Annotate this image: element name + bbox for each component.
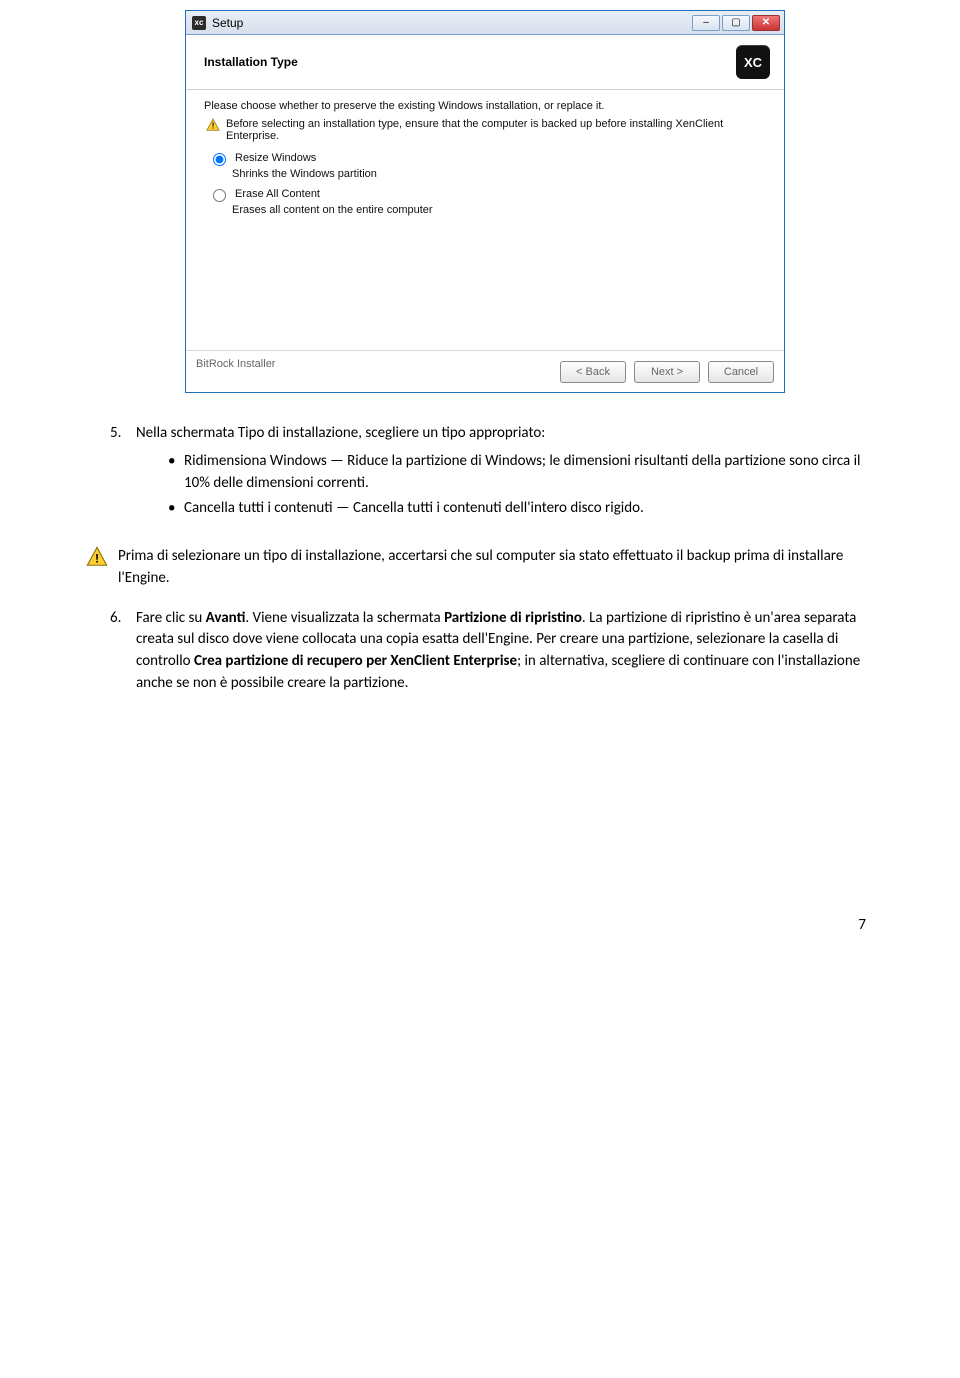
header-title: Installation Type [204, 55, 298, 69]
app-icon: xc [192, 16, 206, 30]
svg-text:!: ! [212, 122, 215, 131]
back-button[interactable]: < Back [560, 361, 626, 383]
radio-erase[interactable] [213, 189, 226, 202]
item-number: 5. [110, 423, 136, 532]
page-number: 7 [90, 915, 870, 937]
bullet-erase: Cancella tutti i contenuti — Cancella tu… [162, 498, 870, 520]
option-erase-label: Erase All Content [235, 188, 320, 200]
bullet-resize: Ridimensiona Windows — Riduce la partizi… [162, 451, 870, 495]
option-resize-label: Resize Windows [235, 152, 316, 164]
inline-warning: ! Before selecting an installation type,… [206, 118, 766, 142]
option-erase-desc: Erases all content on the entire compute… [232, 204, 766, 216]
footer-brand: BitRock Installer [196, 358, 552, 370]
item-number: 6. [110, 608, 136, 695]
option-erase[interactable]: Erase All Content Erases all content on … [208, 186, 766, 216]
next-button[interactable]: Next > [634, 361, 700, 383]
list-item-6: 6. Fare clic su Avanti. Viene visualizza… [110, 608, 870, 695]
maximize-button[interactable]: ▢ [722, 15, 750, 31]
document-body: 5. Nella schermata Tipo di installazione… [90, 423, 870, 936]
option-resize-desc: Shrinks the Windows partition [232, 168, 766, 180]
warning-icon: ! [206, 118, 220, 132]
wizard-footer: BitRock Installer < Back Next > Cancel [186, 350, 784, 392]
wizard-header: Installation Type XC [186, 35, 784, 90]
xc-logo: XC [736, 45, 770, 79]
close-button[interactable]: ✕ [752, 15, 780, 31]
doc-warning: ! Prima di selezionare un tipo di instal… [86, 546, 870, 590]
list-item-5: 5. Nella schermata Tipo di installazione… [110, 423, 870, 532]
minimize-button[interactable]: – [692, 15, 720, 31]
warning-icon: ! [86, 546, 108, 568]
installer-window: xc Setup – ▢ ✕ Installation Type XC Plea… [185, 10, 785, 393]
svg-text:!: ! [95, 552, 99, 566]
prompt-text: Please choose whether to preserve the ex… [204, 100, 766, 112]
wizard-body: Please choose whether to preserve the ex… [186, 90, 784, 350]
inline-warning-text: Before selecting an installation type, e… [226, 118, 766, 142]
titlebar[interactable]: xc Setup – ▢ ✕ [186, 11, 784, 35]
item6-content: Fare clic su Avanti. Viene visualizzata … [136, 608, 870, 695]
item5-lead: Nella schermata Tipo di installazione, s… [136, 424, 545, 442]
cancel-button[interactable]: Cancel [708, 361, 774, 383]
window-title: Setup [212, 16, 692, 30]
option-resize[interactable]: Resize Windows Shrinks the Windows parti… [208, 150, 766, 180]
radio-resize[interactable] [213, 153, 226, 166]
doc-warning-text: Prima di selezionare un tipo di installa… [118, 546, 870, 590]
